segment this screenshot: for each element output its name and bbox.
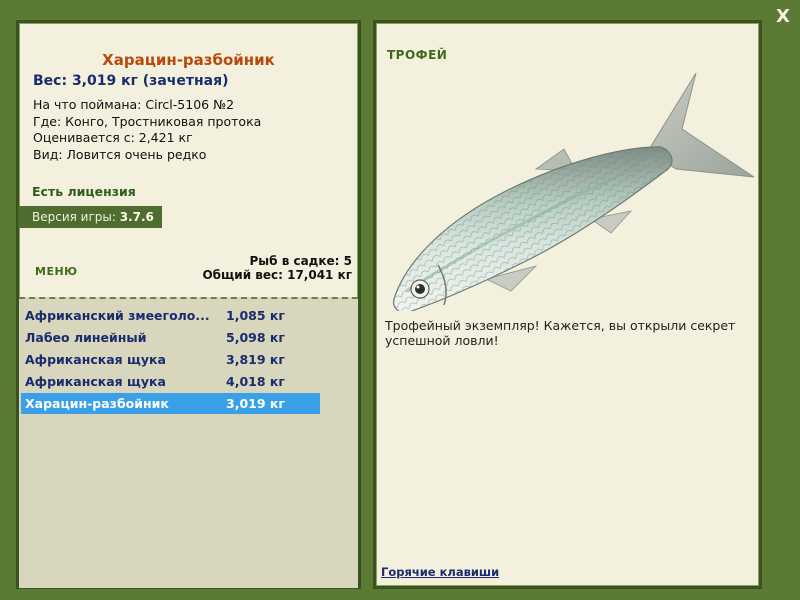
list-item[interactable]: Харацин-разбойник 3,019 кг [21, 393, 320, 414]
trophy-panel: ТРОФЕЙ Трофейный экземпляр! Кажется, вы … [373, 20, 762, 589]
list-item-name: Африканская щука [25, 352, 166, 367]
list-item-name: Африканский змееголо... [25, 308, 210, 323]
trophy-message: Трофейный экземпляр! Кажется, вы открыли… [385, 318, 736, 348]
list-item[interactable]: Африканский змееголо... 1,085 кг [21, 305, 320, 326]
menu-button[interactable]: МЕНЮ [35, 265, 78, 278]
hotkeys-link[interactable]: Горячие клавиши [381, 565, 499, 579]
list-item-weight: 4,018 кг [226, 374, 285, 389]
catch-list: Африканский змееголо... 1,085 кг Лабео л… [19, 297, 358, 588]
game-version-bar: Версия игры: 3.7.6 [18, 206, 162, 228]
caught-on-text: На что поймана: Circl-5106 №2 [33, 97, 235, 112]
cage-summary: Рыб в садке: 5 Общий вес: 17,041 кг [202, 254, 352, 282]
fish-weight: Вес: 3,019 кг (зачетная) [33, 73, 229, 89]
fish-title: Харацин-разбойник [102, 51, 275, 69]
list-item[interactable]: Африканская щука 3,819 кг [21, 349, 320, 370]
list-item-weight: 3,819 кг [226, 352, 285, 367]
list-item[interactable]: Африканская щука 4,018 кг [21, 371, 320, 392]
list-item[interactable]: Лабео линейный 5,098 кг [21, 327, 320, 348]
close-icon[interactable]: X [772, 6, 794, 28]
fish-info-panel: Харацин-разбойник Вес: 3,019 кг (зачетна… [16, 20, 361, 589]
list-item-weight: 1,085 кг [226, 308, 285, 323]
rarity-text: Вид: Ловится очень редко [33, 146, 207, 162]
location-text: Где: Конго, Тростниковая протока [33, 113, 262, 129]
fish-details: На что поймана: Circl-5106 №2 Где: Конго… [33, 97, 261, 163]
list-item-weight: 3,019 кг [226, 396, 285, 411]
version-label: Версия игры: [32, 210, 116, 224]
cage-total-weight: Общий вес: 17,041 кг [202, 268, 352, 282]
fish-image [393, 72, 755, 311]
list-item-name: Лабео линейный [25, 330, 147, 345]
license-status: Есть лицензия [32, 184, 136, 199]
version-value: 3.7.6 [119, 210, 154, 224]
cage-count: Рыб в садке: 5 [249, 254, 353, 268]
list-item-name: Африканская щука [25, 374, 166, 389]
valued-from-text: Оценивается с: 2,421 кг [33, 130, 193, 145]
list-item-weight: 5,098 кг [226, 330, 285, 345]
list-item-name: Харацин-разбойник [25, 396, 169, 411]
